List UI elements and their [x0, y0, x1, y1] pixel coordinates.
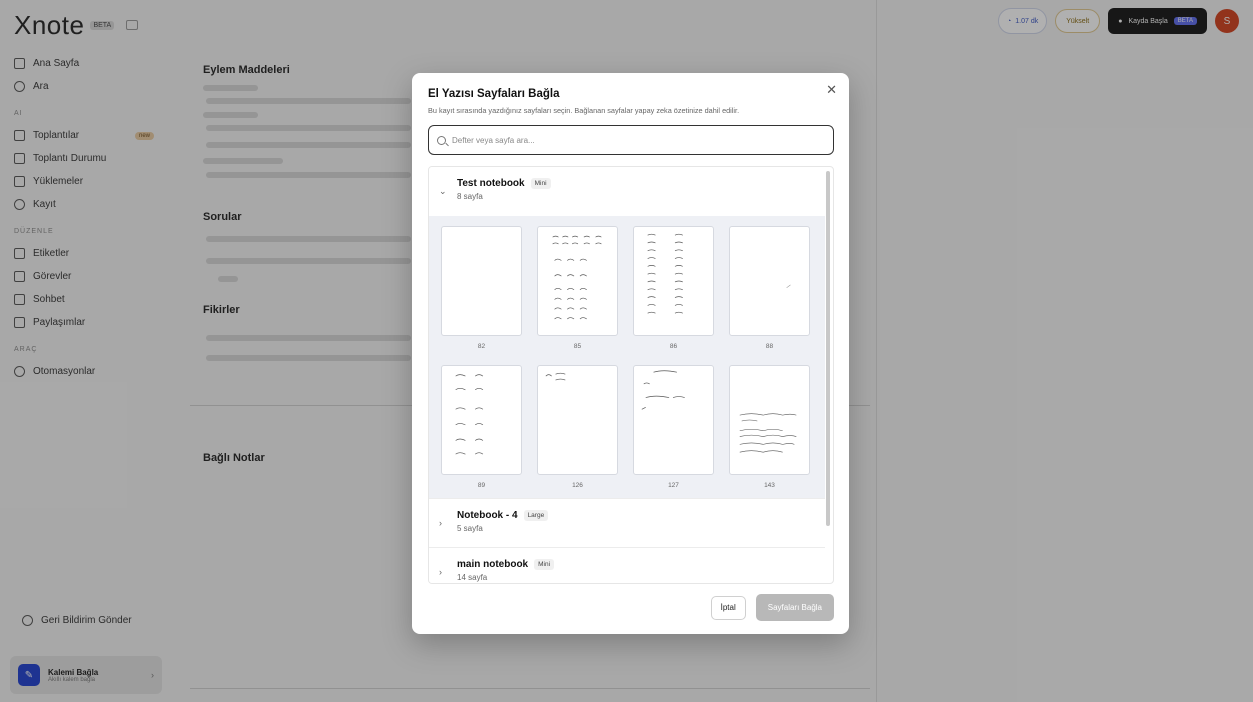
- page-thumbnail[interactable]: [537, 226, 618, 336]
- page-number: 88: [765, 343, 774, 350]
- page-number: 143: [764, 482, 775, 489]
- notebook-size-badge: Large: [523, 510, 549, 521]
- notebook-info: Test notebook Mini 8 sayfa: [457, 178, 551, 201]
- page-number: 86: [669, 343, 678, 350]
- notebook-page-count: 8 sayfa: [457, 192, 483, 201]
- page-number: 127: [668, 482, 679, 489]
- notebook-name-line: main notebook Mini: [457, 559, 555, 570]
- notebook-info: main notebook Mini 14 sayfa: [457, 559, 555, 582]
- page-item[interactable]: 85: [537, 226, 618, 359]
- notebook-name: Test notebook: [457, 178, 525, 189]
- page-thumbnail[interactable]: [441, 226, 522, 336]
- page-thumbnail[interactable]: [441, 365, 522, 475]
- modal-footer: İptal Sayfaları Bağla: [710, 594, 834, 621]
- page-grid: 82 85 86 88 89 126 127 143: [429, 216, 825, 498]
- page-thumbnail[interactable]: [633, 365, 714, 475]
- list-scrollbar[interactable]: [826, 171, 830, 526]
- notebook-name: Notebook - 4: [457, 510, 518, 521]
- chevron-down-icon[interactable]: ⌄: [439, 186, 451, 197]
- notebook-page-count: 14 sayfa: [457, 573, 488, 582]
- search-box[interactable]: [428, 125, 834, 155]
- page-number: 126: [572, 482, 583, 489]
- notebook-name-line: Notebook - 4 Large: [457, 510, 549, 521]
- notebook-list: ⌄ Test notebook Mini 8 sayfa 82 85 86 88…: [428, 166, 834, 584]
- page-item[interactable]: 143: [729, 365, 810, 498]
- notebook-row[interactable]: ⌄ Test notebook Mini 8 sayfa: [429, 167, 825, 216]
- cancel-button[interactable]: İptal: [710, 595, 746, 620]
- page-number: 89: [477, 482, 486, 489]
- notebook-row[interactable]: › main notebook Mini 14 sayfa: [429, 547, 825, 583]
- notebook-page-count: 5 sayfa: [457, 524, 483, 533]
- page-number: 82: [477, 343, 486, 350]
- notebook-size-badge: Mini: [534, 559, 555, 570]
- page-item[interactable]: 127: [633, 365, 714, 498]
- notebook-info: Notebook - 4 Large 5 sayfa: [457, 510, 549, 533]
- page-thumbnail[interactable]: [537, 365, 618, 475]
- chevron-right-icon[interactable]: ›: [439, 518, 451, 528]
- notebook-size-badge: Mini: [530, 178, 551, 189]
- close-icon[interactable]: ✕: [826, 83, 837, 96]
- page-thumbnail[interactable]: [729, 226, 810, 336]
- notebook-name: main notebook: [457, 559, 529, 570]
- modal-description: Bu kayıt sırasında yazdığınız sayfaları …: [428, 106, 740, 115]
- page-number: 85: [573, 343, 582, 350]
- page-thumbnail[interactable]: [729, 365, 810, 475]
- page-item[interactable]: 89: [441, 365, 522, 498]
- search-icon: [437, 135, 446, 145]
- page-item[interactable]: 88: [729, 226, 810, 359]
- page-item[interactable]: 86: [633, 226, 714, 359]
- notebook-name-line: Test notebook Mini: [457, 178, 551, 189]
- page-item[interactable]: 82: [441, 226, 522, 359]
- page-thumbnail[interactable]: [633, 226, 714, 336]
- link-pages-button[interactable]: Sayfaları Bağla: [755, 594, 834, 621]
- page-item[interactable]: 126: [537, 365, 618, 498]
- link-handwriting-modal: ✕ El Yazısı Sayfaları Bağla Bu kayıt sır…: [412, 73, 849, 634]
- modal-title: El Yazısı Sayfaları Bağla: [428, 88, 560, 100]
- notebook-row[interactable]: › Notebook - 4 Large 5 sayfa: [429, 498, 825, 547]
- chevron-right-icon[interactable]: ›: [439, 567, 451, 577]
- search-input[interactable]: [452, 135, 825, 145]
